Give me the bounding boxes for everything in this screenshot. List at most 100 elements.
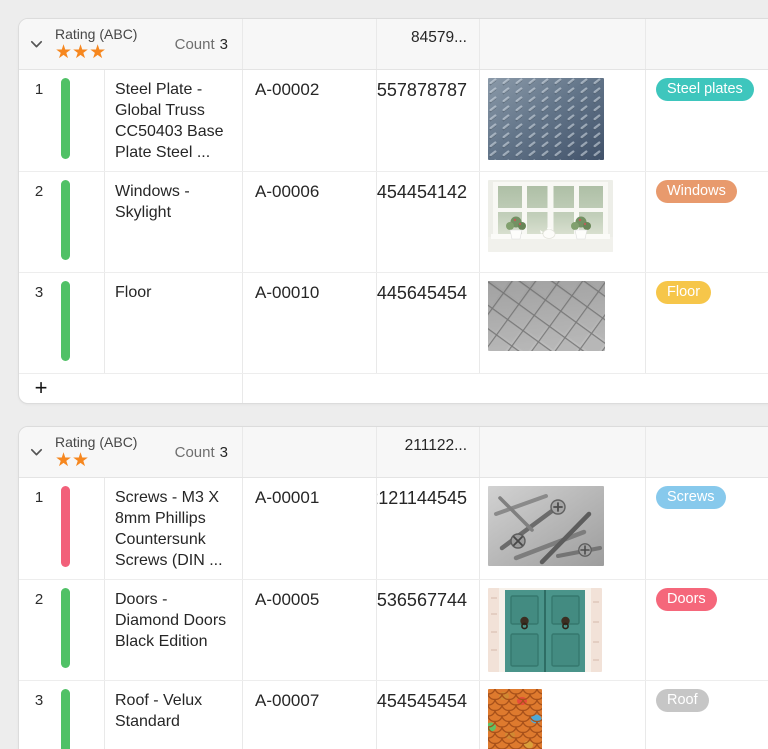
rating-color-bar [61, 486, 70, 567]
sku-cell[interactable]: A-00007 [243, 681, 377, 749]
count-value[interactable]: 3 [220, 36, 228, 53]
category-cell[interactable]: Steel plates [646, 70, 768, 171]
category-cell[interactable]: Windows [646, 172, 768, 272]
name-cell[interactable]: Steel Plate - Global Truss CC50403 Base … [105, 70, 243, 171]
category-tag[interactable]: Windows [656, 180, 737, 203]
sku-value: A-00002 [255, 80, 320, 99]
number-value: 4557878787 [377, 80, 467, 100]
category-cell[interactable]: Screws [646, 478, 768, 579]
chevron-down-icon[interactable] [30, 40, 43, 49]
number-cell[interactable]: 3536567744 [377, 580, 480, 680]
name-cell[interactable]: Windows - Skylight [105, 172, 243, 272]
number-cell[interactable]: 2121144545 [377, 478, 480, 579]
attachment-cell[interactable] [480, 70, 646, 171]
table-row: 3 Roof - Velux Standard A-00007 45454545… [19, 681, 768, 749]
group-header-main-cell: Rating (ABC) ★★★ Count 3 [19, 19, 243, 69]
number-cell[interactable]: 3454454142 [377, 172, 480, 272]
item-name: Screws - M3 X 8mm Phillips Countersunk S… [115, 489, 223, 569]
number-value: 3536567744 [377, 590, 467, 610]
sku-cell[interactable]: A-00006 [243, 172, 377, 272]
group-count: Count 3 [175, 36, 228, 53]
table-row: 3 Floor A-00010 445645454 Floor [19, 273, 768, 374]
group-table: Rating (ABC) ★★ Count 3 211122... 1 Screw… [18, 426, 768, 749]
row-handle-cell[interactable]: 1 [19, 478, 105, 579]
sku-cell[interactable]: A-00002 [243, 70, 377, 171]
name-cell[interactable]: Doors - Diamond Doors Black Edition [105, 580, 243, 680]
attachment-cell[interactable] [480, 681, 646, 749]
header-cell-attachment[interactable] [480, 19, 646, 69]
header-cell-category[interactable] [646, 19, 768, 69]
item-name: Floor [115, 284, 152, 301]
category-tag[interactable]: Doors [656, 588, 717, 611]
number-value: 3454454142 [377, 182, 467, 202]
row-number: 3 [34, 692, 44, 709]
attachment-cell[interactable] [480, 172, 646, 272]
sku-cell[interactable]: A-00005 [243, 580, 377, 680]
sku-cell[interactable]: A-00001 [243, 478, 377, 579]
rating-color-bar [61, 689, 70, 749]
group-rating: Rating (ABC) ★★ [55, 434, 137, 470]
count-value[interactable]: 3 [220, 444, 228, 461]
sku-cell[interactable]: A-00010 [243, 273, 377, 373]
row-number: 2 [34, 183, 44, 200]
sku-value: A-00007 [255, 691, 320, 710]
name-cell[interactable]: Screws - M3 X 8mm Phillips Countersunk S… [105, 478, 243, 579]
rating-color-bar [61, 281, 70, 361]
grouped-grid-view: Rating (ABC) ★★★ Count 3 84579... 1 Steel… [0, 0, 768, 749]
name-cell[interactable]: Roof - Velux Standard [105, 681, 243, 749]
category-tag[interactable]: Floor [656, 281, 712, 304]
count-label: Count [174, 443, 215, 461]
attachment-cell[interactable] [480, 273, 646, 373]
name-cell[interactable]: Floor [105, 273, 243, 373]
item-name: Steel Plate - Global Truss CC50403 Base … [115, 81, 224, 161]
header-cell-sku[interactable] [243, 19, 377, 69]
group-field-label: Rating (ABC) [55, 434, 138, 450]
category-cell[interactable]: Roof [646, 681, 768, 749]
category-tag[interactable]: Roof [656, 689, 709, 712]
steel-plate-photo[interactable] [488, 78, 645, 160]
group-summary-value[interactable]: 84579... [377, 19, 480, 69]
count-label: Count [174, 35, 215, 53]
screws-photo[interactable] [488, 486, 645, 566]
window-photo[interactable] [488, 180, 645, 252]
floor-photo[interactable] [488, 281, 645, 351]
table-row: 1 Steel Plate - Global Truss CC50403 Bas… [19, 70, 768, 172]
group-header: Rating (ABC) ★★ Count 3 211122... [19, 427, 768, 478]
group-rating: Rating (ABC) ★★★ [55, 26, 137, 62]
row-number: 1 [34, 81, 44, 98]
rating-color-bar [61, 78, 70, 159]
row-handle-cell[interactable]: 3 [19, 273, 105, 373]
group-header-main-cell: Rating (ABC) ★★ Count 3 [19, 427, 243, 477]
plus-icon: + [34, 374, 48, 400]
sku-value: A-00006 [255, 182, 320, 201]
row-handle-cell[interactable]: 3 [19, 681, 105, 749]
number-cell[interactable]: 454545454 [377, 681, 480, 749]
sku-value: A-00005 [255, 590, 320, 609]
category-cell[interactable]: Doors [646, 580, 768, 680]
number-value: 445645454 [377, 283, 467, 303]
rating-stars-icon[interactable]: ★★ [55, 451, 137, 470]
number-cell[interactable]: 4557878787 [377, 70, 480, 171]
attachment-cell[interactable] [480, 478, 646, 579]
row-number: 3 [34, 284, 44, 301]
row-handle-cell[interactable]: 2 [19, 580, 105, 680]
row-number: 2 [34, 591, 44, 608]
header-cell-attachment[interactable] [480, 427, 646, 477]
row-handle-cell[interactable]: 1 [19, 70, 105, 171]
category-cell[interactable]: Floor [646, 273, 768, 373]
group-summary-value[interactable]: 211122... [377, 427, 480, 477]
header-cell-category[interactable] [646, 427, 768, 477]
category-tag[interactable]: Steel plates [656, 78, 754, 101]
row-handle-cell[interactable]: 2 [19, 172, 105, 272]
group-field-label: Rating (ABC) [55, 26, 138, 42]
number-cell[interactable]: 445645454 [377, 273, 480, 373]
chevron-down-icon[interactable] [30, 448, 43, 457]
door-photo[interactable] [488, 588, 645, 672]
category-tag[interactable]: Screws [656, 486, 726, 509]
add-row-button[interactable]: + [19, 374, 768, 403]
rating-stars-icon[interactable]: ★★★ [55, 43, 137, 62]
attachment-cell[interactable] [480, 580, 646, 680]
header-cell-sku[interactable] [243, 427, 377, 477]
roof-photo[interactable] [488, 689, 645, 749]
sku-value: A-00010 [255, 283, 320, 302]
